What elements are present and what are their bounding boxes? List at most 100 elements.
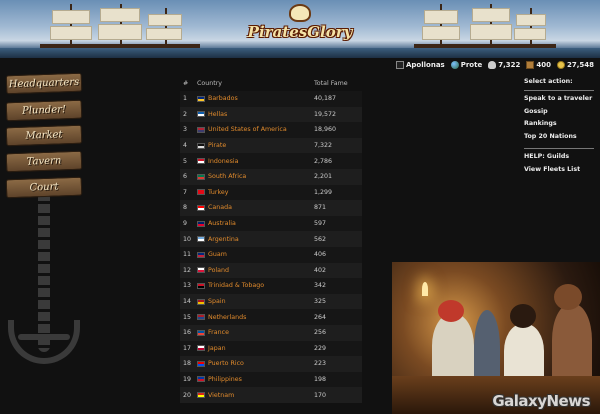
row-fame: 40,187: [314, 95, 337, 103]
country-name[interactable]: Japan: [208, 345, 226, 352]
table-row: 11 Guam 406: [180, 246, 362, 263]
country-link[interactable]: Poland: [197, 267, 314, 274]
table-row: 20 Vietnam 170: [180, 387, 362, 403]
country-link[interactable]: Puerto Rico: [197, 360, 314, 367]
table-row: 7 Turkey 1,299: [180, 184, 362, 201]
row-rank: 16: [183, 329, 192, 337]
table-row: 3 United States of America 18,960: [180, 122, 362, 138]
table-row: 12 Poland 402: [180, 262, 362, 279]
row-fame: 170: [314, 391, 327, 399]
row-fame: 325: [314, 298, 327, 306]
action-rankings[interactable]: Rankings: [524, 120, 594, 133]
country-link[interactable]: United States of America: [197, 126, 314, 133]
country-flag-icon: [197, 142, 205, 149]
country-name[interactable]: Netherlands: [208, 314, 246, 321]
country-link[interactable]: South Africa: [197, 173, 314, 180]
country-link[interactable]: Spain: [197, 298, 314, 305]
nav-market[interactable]: Market: [5, 124, 83, 147]
country-name[interactable]: Argentina: [208, 236, 239, 243]
nav-headquarters[interactable]: Headquarters: [5, 72, 83, 95]
header-num: #: [183, 80, 189, 87]
help-guilds-link[interactable]: HELP: Guilds: [524, 153, 594, 166]
country-flag-icon: [197, 126, 205, 133]
country-name[interactable]: Philippines: [208, 376, 242, 383]
country-link[interactable]: Guam: [197, 251, 314, 258]
view-fleets-link[interactable]: View Fleets List: [524, 166, 594, 179]
row-rank: 5: [183, 157, 188, 165]
cargo-count: 400: [536, 61, 551, 69]
country-link[interactable]: Argentina: [197, 236, 314, 243]
country-link[interactable]: Trinidad & Tobago: [197, 282, 314, 289]
country-name[interactable]: Barbados: [208, 95, 238, 102]
nav-court[interactable]: Court: [5, 176, 83, 199]
row-rank: 18: [183, 360, 192, 368]
row-fame: 2,201: [314, 173, 333, 181]
table-row: 17 Japan 229: [180, 340, 362, 357]
country-link[interactable]: Barbados: [197, 95, 314, 102]
country-name[interactable]: Poland: [208, 267, 229, 274]
table-row: 15 Netherlands 264: [180, 309, 362, 325]
country-name[interactable]: Guam: [208, 251, 227, 258]
country-flag-icon: [197, 220, 205, 227]
action-gossip[interactable]: Gossip: [524, 108, 594, 121]
country-name[interactable]: United States of America: [208, 126, 287, 133]
top-banner: PiratesGlory: [0, 0, 600, 58]
country-flag-icon: [197, 204, 205, 211]
logo-text: PiratesGlory: [247, 23, 353, 41]
table-header: # Country Total Fame: [180, 76, 362, 91]
country-link[interactable]: Japan: [197, 345, 314, 352]
nav-plunder[interactable]: Plunder!: [5, 99, 83, 122]
row-fame: 229: [314, 344, 327, 352]
country-name[interactable]: France: [208, 329, 229, 336]
pirate-figure: [432, 314, 474, 384]
country-flag-icon: [197, 298, 205, 305]
country-link[interactable]: Australia: [197, 220, 314, 227]
table-row: 14 Spain 325: [180, 293, 362, 310]
nations-fame-table: # Country Total Fame 1 Barbados 40,187 2 Hel…: [180, 76, 362, 403]
anchor-stock: [18, 334, 70, 340]
country-link[interactable]: Indonesia: [197, 158, 314, 165]
pirate-figure: [504, 324, 544, 384]
country-link[interactable]: Turkey: [197, 189, 314, 196]
candle-icon: [422, 282, 428, 296]
location-stat: Prote: [450, 61, 483, 69]
gold-stat: 27,548: [556, 61, 594, 69]
country-name[interactable]: Turkey: [208, 189, 229, 196]
actions-heading: Select action:: [524, 78, 573, 85]
country-name[interactable]: Canada: [208, 204, 232, 211]
site-logo[interactable]: PiratesGlory: [244, 4, 356, 54]
row-fame: 264: [314, 313, 327, 321]
country-name[interactable]: Spain: [208, 298, 226, 305]
cargo-stat: 400: [526, 61, 551, 69]
row-rank: 11: [183, 251, 192, 259]
crew-count: 7,322: [498, 61, 521, 69]
row-rank: 3: [183, 126, 188, 134]
country-link[interactable]: Canada: [197, 204, 314, 211]
divider: [524, 90, 594, 91]
country-name[interactable]: Puerto Rico: [208, 360, 244, 367]
country-flag-icon: [197, 392, 205, 399]
row-rank: 14: [183, 298, 192, 306]
row-rank: 7: [183, 188, 188, 196]
crates-icon: [526, 61, 535, 69]
country-link[interactable]: France: [197, 329, 314, 336]
country-link[interactable]: Philippines: [197, 376, 314, 383]
action-top-20-nations[interactable]: Top 20 Nations: [524, 133, 594, 146]
country-name[interactable]: Australia: [208, 220, 236, 227]
country-link[interactable]: Vietnam: [197, 392, 314, 399]
location-name[interactable]: Prote: [461, 61, 483, 69]
country-name[interactable]: Vietnam: [208, 392, 234, 399]
country-name[interactable]: Hellas: [208, 111, 227, 118]
nav-tavern[interactable]: Tavern: [5, 150, 83, 173]
country-name[interactable]: Trinidad & Tobago: [208, 282, 264, 289]
row-rank: 10: [183, 235, 192, 243]
country-link[interactable]: Hellas: [197, 111, 314, 118]
country-name[interactable]: Pirate: [208, 142, 226, 149]
country-link[interactable]: Netherlands: [197, 314, 314, 321]
country-flag-icon: [197, 111, 205, 118]
country-name[interactable]: South Africa: [208, 173, 246, 180]
action-speak-traveler[interactable]: Speak to a traveler: [524, 95, 594, 108]
country-link[interactable]: Pirate: [197, 142, 314, 149]
country-name[interactable]: Indonesia: [208, 158, 238, 165]
player-name[interactable]: Apollonas: [406, 61, 445, 69]
